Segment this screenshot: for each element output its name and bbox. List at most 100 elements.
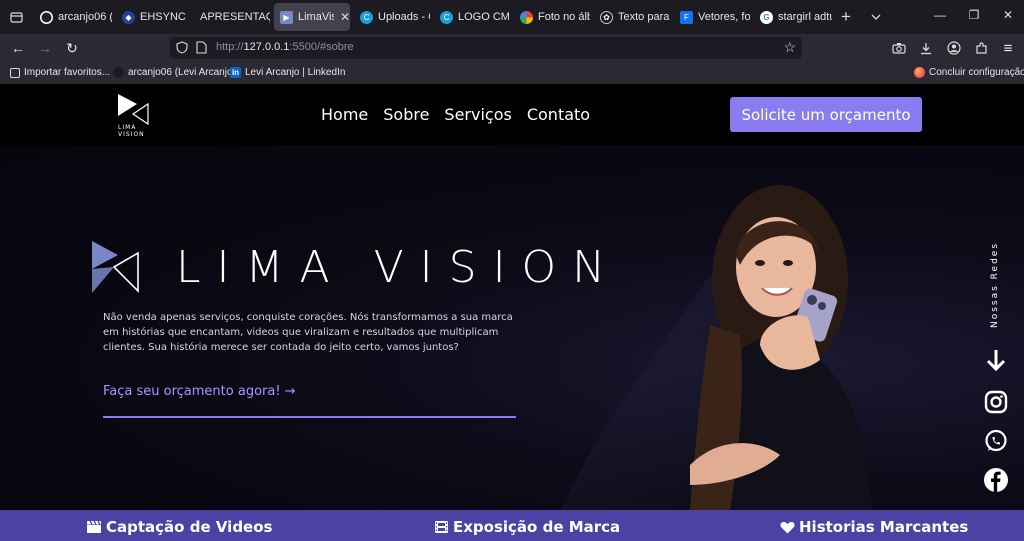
tab-stargirl[interactable]: G stargirl adtu: [754, 3, 832, 31]
service-brand-exposure[interactable]: Exposição de Marca: [434, 518, 620, 536]
github-icon: [40, 10, 53, 24]
canva-icon: C: [360, 10, 373, 24]
tab-vetores[interactable]: F Vetores, fot: [674, 3, 750, 31]
services-bar: Captação de Videos Exposição de Marca Hi…: [0, 510, 1024, 541]
tab-label: APRESENTAÇÃO: [200, 11, 270, 23]
tab-limavision[interactable]: ▶ LimaVisio ✕: [274, 3, 350, 31]
tab-overview-icon[interactable]: [6, 7, 26, 27]
screenshot-icon[interactable]: [890, 39, 908, 57]
reload-icon[interactable]: ↻: [63, 39, 81, 57]
bookmark-github[interactable]: arcanjo06 (Levi Arcanjo): [113, 67, 236, 78]
tab-label: Texto para c: [618, 11, 670, 23]
svg-text:VISION: VISION: [118, 131, 145, 138]
bookmark-label: arcanjo06 (Levi Arcanjo): [128, 67, 236, 78]
bookmark-linkedin[interactable]: in Levi Arcanjo | LinkedIn: [230, 67, 345, 78]
arrow-down-icon[interactable]: [983, 347, 1009, 373]
menu-icon[interactable]: ≡: [999, 39, 1017, 57]
menu-sobre[interactable]: Sobre: [383, 105, 429, 124]
bookmark-import[interactable]: Importar favoritos...: [10, 67, 110, 78]
heart-icon: [780, 521, 795, 534]
hero-title-vision: VISION: [373, 241, 622, 293]
quote-now-link[interactable]: Faça seu orçamento agora! →: [103, 384, 296, 399]
url-text[interactable]: http://127.0.0.1:5500/#sobre: [216, 41, 354, 53]
service-label: Historias Marcantes: [799, 518, 969, 536]
tab-texto[interactable]: ✿ Texto para c: [594, 3, 670, 31]
main-menu: Home Sobre Serviços Contato: [321, 105, 590, 124]
facebook-icon[interactable]: [983, 467, 1009, 493]
bookmark-label: Levi Arcanjo | LinkedIn: [245, 67, 346, 78]
hero-title-lima: LIMA: [176, 241, 346, 293]
tab-logo-cmyk[interactable]: C LOGO CMYK: [434, 3, 510, 31]
close-tab-icon[interactable]: ✕: [340, 10, 350, 24]
tab-uploads[interactable]: C Uploads - C: [354, 3, 430, 31]
finish-setup[interactable]: Concluir configuração: [914, 67, 1024, 78]
restore-icon[interactable]: ❐: [962, 8, 986, 22]
extensions-icon[interactable]: [972, 39, 990, 57]
bookmark-star-icon[interactable]: ☆: [783, 39, 796, 56]
website: LIMA VISION Home Sobre Serviços Contato …: [0, 84, 1024, 541]
hero-description: Não venda apenas serviços, conquiste cor…: [103, 312, 513, 353]
hero-title: LIMA VISION: [90, 239, 621, 295]
chatgpt-icon: ✿: [600, 10, 613, 24]
service-video-capture[interactable]: Captação de Videos: [86, 518, 272, 536]
tab-label: arcanjo06 (L: [58, 11, 112, 23]
quote-request-button[interactable]: Solicite um orçamento: [730, 97, 922, 132]
film-icon: [434, 520, 449, 534]
account-icon[interactable]: [945, 39, 963, 57]
url-rest: :5500/#sobre: [289, 41, 354, 53]
tab-label: LimaVisio: [298, 11, 334, 23]
bookmarks-toolbar: Importar favoritos... arcanjo06 (Levi Ar…: [0, 62, 1024, 84]
forward-icon[interactable]: →: [36, 39, 54, 57]
menu-servicos[interactable]: Serviços: [444, 105, 511, 124]
service-memorable-stories[interactable]: Historias Marcantes: [780, 518, 968, 536]
hero-section: LIMA VISION Não venda apenas serviços, co…: [0, 145, 1024, 510]
logo-play-icon: [92, 241, 139, 293]
freepik-icon: F: [680, 10, 693, 24]
firefox-icon: [914, 67, 925, 78]
woman-holding-phone-photo: [690, 185, 872, 510]
google-icon: G: [760, 10, 773, 24]
shield-icon[interactable]: [176, 41, 188, 59]
menu-home[interactable]: Home: [321, 105, 368, 124]
site-header: LIMA VISION Home Sobre Serviços Contato …: [0, 84, 1024, 145]
url-bar[interactable]: http://127.0.0.1:5500/#sobre ☆: [170, 37, 802, 59]
new-tab-icon[interactable]: +: [836, 7, 856, 27]
close-window-icon[interactable]: ✕: [996, 8, 1020, 22]
tab-label: EHSYNC: [140, 11, 186, 23]
import-icon: [10, 67, 20, 78]
tab-label: stargirl adtu: [778, 11, 832, 23]
canva-icon: C: [440, 10, 453, 24]
service-label: Exposição de Marca: [453, 518, 621, 536]
url-host: 127.0.0.1: [243, 41, 290, 53]
instagram-icon[interactable]: [983, 389, 1009, 415]
page-icon[interactable]: [196, 41, 207, 59]
url-prefix: http://: [216, 41, 244, 53]
back-icon[interactable]: ←: [9, 39, 27, 57]
browser-chrome: arcanjo06 (L ◆ EHSYNC APRESENTAÇÃO ▶ Lim…: [0, 0, 1024, 84]
tab-label: Uploads - C: [378, 11, 430, 23]
tab-foto[interactable]: Foto no álb: [514, 3, 590, 31]
linkedin-icon: in: [230, 67, 241, 78]
menu-contato[interactable]: Contato: [527, 105, 590, 124]
minimize-icon[interactable]: —: [928, 8, 952, 22]
quote-underline: [103, 416, 516, 418]
service-label: Captação de Videos: [106, 518, 273, 536]
tab-strip: arcanjo06 (L ◆ EHSYNC APRESENTAÇÃO ▶ Lim…: [0, 0, 1024, 34]
tab-ehsync[interactable]: ◆ EHSYNC: [116, 3, 192, 31]
social-section-label: Nossas Redes: [990, 241, 1000, 328]
list-tabs-icon[interactable]: [866, 7, 886, 27]
tab-apresentacao[interactable]: APRESENTAÇÃO: [194, 3, 270, 31]
whatsapp-icon[interactable]: [983, 428, 1009, 454]
download-icon[interactable]: [917, 39, 935, 57]
bookmark-label: Importar favoritos...: [24, 67, 111, 78]
hero-title-text: LIMA VISION: [176, 242, 621, 293]
github-icon: [113, 67, 124, 78]
site-logo[interactable]: LIMA VISION: [115, 92, 151, 138]
finish-setup-label: Concluir configuração: [929, 67, 1024, 78]
svg-text:LIMA: LIMA: [118, 124, 136, 131]
photos-icon: [520, 10, 533, 24]
tab-label: Vetores, fot: [698, 11, 750, 23]
tab-github[interactable]: arcanjo06 (L: [34, 3, 112, 31]
tab-label: LOGO CMYK: [458, 11, 510, 23]
navigation-toolbar: ← → ↻ http://127.0.0.1:5500/#sobre ☆ ≡: [0, 34, 1024, 62]
